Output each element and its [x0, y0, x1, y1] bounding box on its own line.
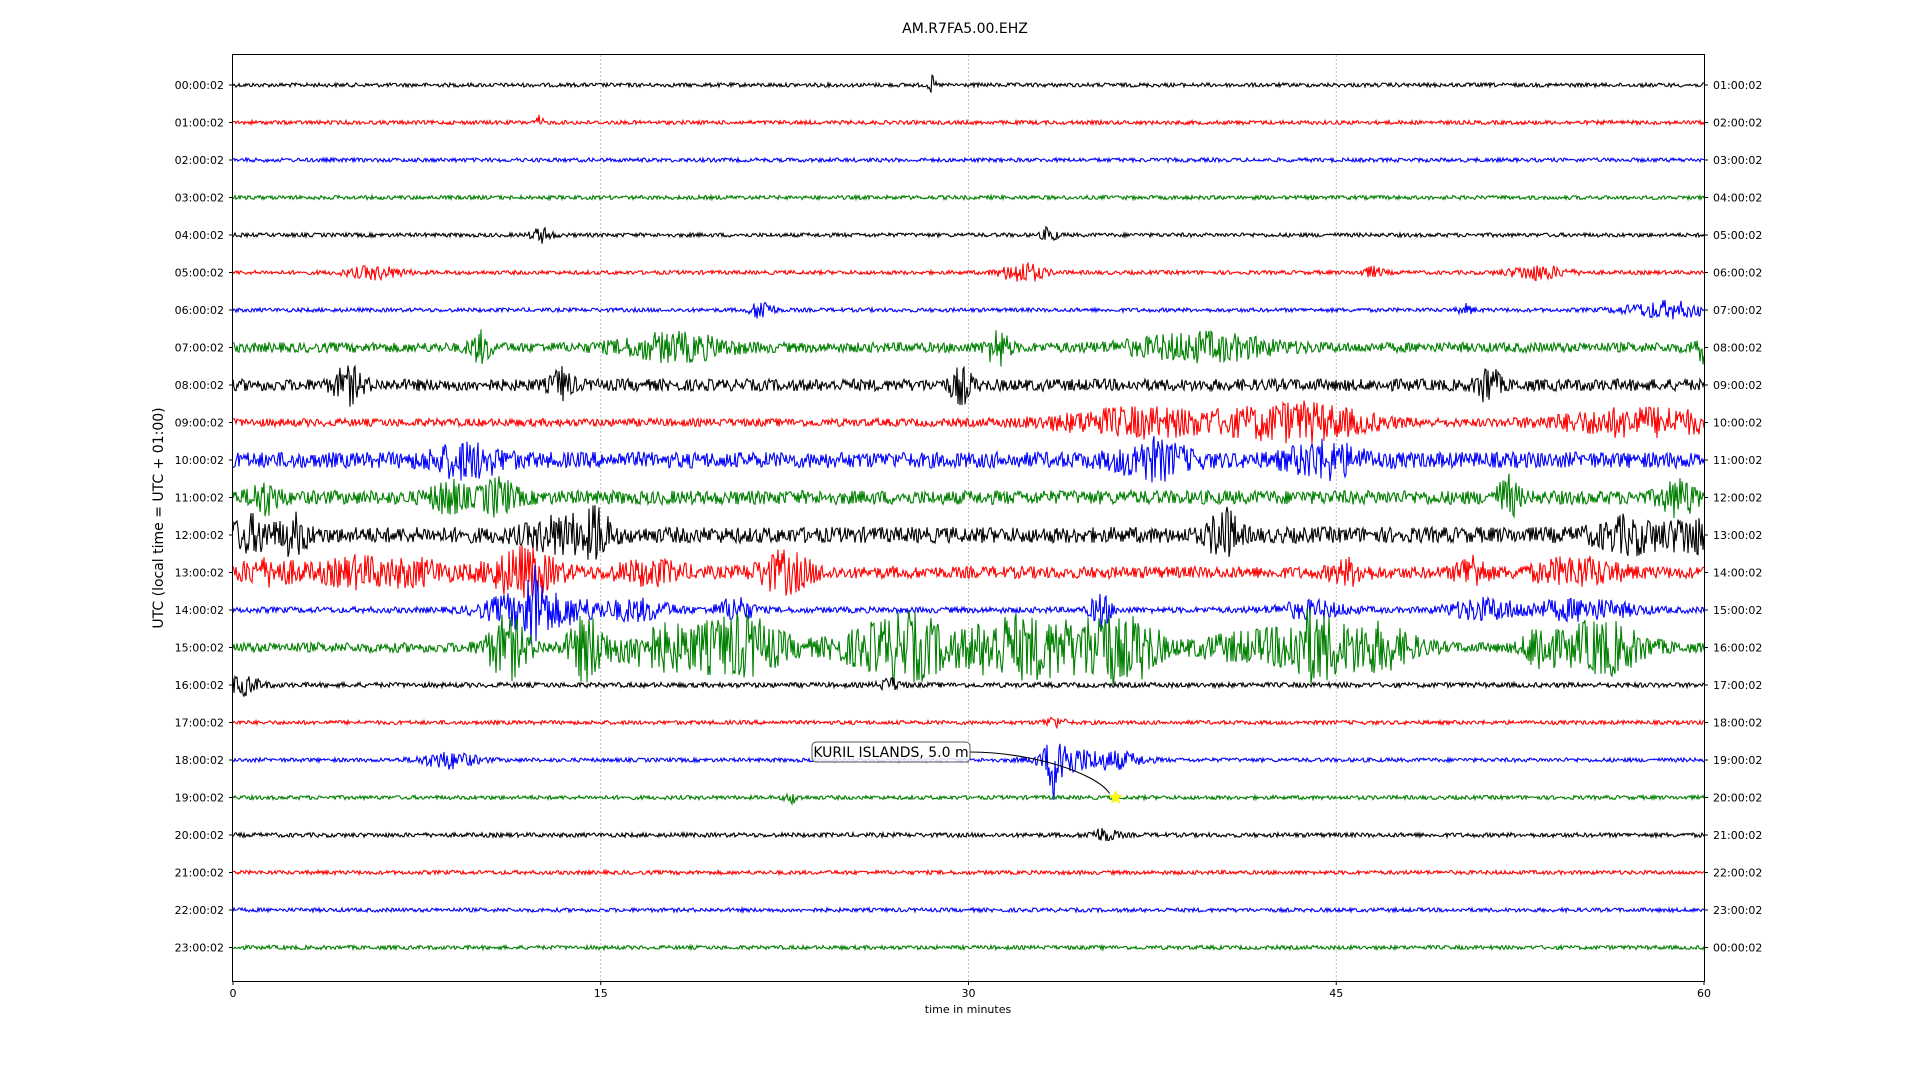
right-hour-label: 05:00:02 [1713, 229, 1762, 242]
y-axis-label: UTC (local time = UTC + 01:00) [151, 407, 167, 628]
right-hour-label: 06:00:02 [1713, 267, 1762, 280]
left-hour-label: 15:00:02 [175, 642, 224, 655]
seismogram-plot: AM.R7FA5.00.EHZ 00:00:02 01:00:02 02:00:02… [151, 21, 1762, 1016]
right-hour-label: 19:00:02 [1713, 754, 1762, 767]
left-hour-label: 07:00:02 [175, 342, 224, 355]
right-hour-label: 23:00:02 [1713, 904, 1762, 917]
right-hour-labels: 01:00:02 02:00:02 03:00:02 04:00:02 05:00:02… [1704, 79, 1762, 955]
left-hour-label: 08:00:02 [175, 379, 224, 392]
right-hour-label: 18:00:02 [1713, 717, 1762, 730]
left-hour-label: 12:00:02 [175, 529, 224, 542]
x-tick-label: 15 [594, 987, 608, 1000]
right-hour-label: 10:00:02 [1713, 417, 1762, 430]
x-tick-label: 45 [1329, 987, 1343, 1000]
left-hour-label: 13:00:02 [175, 567, 224, 580]
left-hour-label: 10:00:02 [175, 454, 224, 467]
right-hour-label: 02:00:02 [1713, 117, 1762, 130]
right-hour-label: 14:00:02 [1713, 567, 1762, 580]
right-hour-label: 11:00:02 [1713, 454, 1762, 467]
right-hour-label: 07:00:02 [1713, 304, 1762, 317]
left-hour-label: 21:00:02 [175, 867, 224, 880]
trace-17 [232, 716, 1705, 730]
left-hour-label: 05:00:02 [175, 267, 224, 280]
right-hour-label: 00:00:02 [1713, 942, 1762, 955]
x-tick-label: 30 [962, 987, 976, 1000]
left-hour-label: 14:00:02 [175, 604, 224, 617]
right-hour-label: 09:00:02 [1713, 379, 1762, 392]
event-annotation: KURIL ISLANDS, 5.0 m [811, 741, 1123, 804]
left-hour-label: 17:00:02 [175, 717, 224, 730]
chart-title: AM.R7FA5.00.EHZ [902, 21, 1028, 37]
right-hour-label: 08:00:02 [1713, 342, 1762, 355]
right-hour-label: 16:00:02 [1713, 642, 1762, 655]
left-hour-label: 23:00:02 [175, 942, 224, 955]
right-hour-label: 21:00:02 [1713, 829, 1762, 842]
x-tick-label: 60 [1697, 987, 1711, 1000]
left-hour-label: 02:00:02 [175, 154, 224, 167]
right-hour-label: 03:00:02 [1713, 154, 1762, 167]
right-hour-label: 22:00:02 [1713, 867, 1762, 880]
event-star-marker [1108, 789, 1123, 804]
right-hour-label: 15:00:02 [1713, 604, 1762, 617]
left-hour-label: 22:00:02 [175, 904, 224, 917]
left-hour-label: 01:00:02 [175, 117, 224, 130]
right-hour-label: 01:00:02 [1713, 79, 1762, 92]
trace-2 [232, 156, 1705, 164]
plot-frame [232, 54, 1705, 982]
left-hour-label: 06:00:02 [175, 304, 224, 317]
left-hour-label: 16:00:02 [175, 679, 224, 692]
left-hour-label: 11:00:02 [175, 492, 224, 505]
right-hour-label: 12:00:02 [1713, 492, 1762, 505]
x-axis-ticks: 0 15 30 45 60 [230, 981, 1711, 1000]
left-hour-label: 18:00:02 [175, 754, 224, 767]
trace-9 [232, 400, 1705, 444]
annotation-label: KURIL ISLANDS, 5.0 m [813, 745, 968, 761]
left-hour-label: 20:00:02 [175, 829, 224, 842]
right-hour-label: 17:00:02 [1713, 679, 1762, 692]
right-hour-label: 04:00:02 [1713, 192, 1762, 205]
annotation-arrow [969, 751, 1111, 794]
left-hour-label: 19:00:02 [175, 792, 224, 805]
x-tick-label: 0 [230, 987, 237, 1000]
left-hour-label: 04:00:02 [175, 229, 224, 242]
right-hour-label: 13:00:02 [1713, 529, 1762, 542]
left-hour-label: 00:00:02 [175, 79, 224, 92]
left-hour-label: 09:00:02 [175, 417, 224, 430]
left-hour-label: 03:00:02 [175, 192, 224, 205]
right-hour-label: 20:00:02 [1713, 792, 1762, 805]
left-hour-labels: 00:00:02 01:00:02 02:00:02 03:00:02 04:00:02… [175, 79, 233, 955]
x-axis-label: time in minutes [925, 1003, 1012, 1016]
